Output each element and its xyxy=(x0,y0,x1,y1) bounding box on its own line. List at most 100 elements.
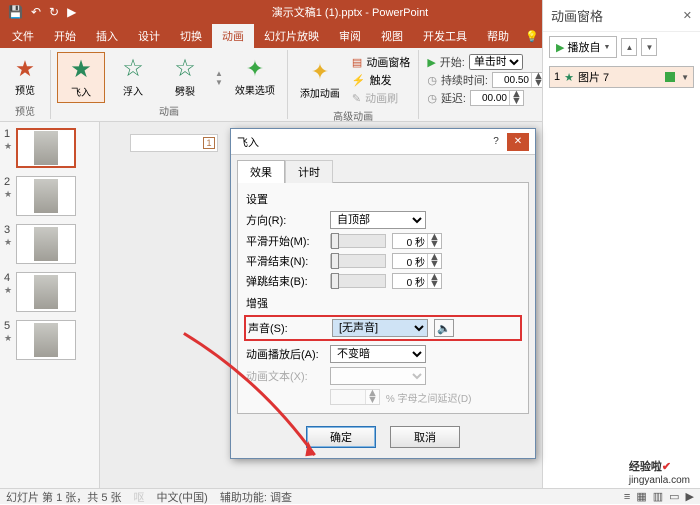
group-label-preview: 预览 xyxy=(6,103,44,119)
star-icon: ☆ xyxy=(174,54,196,83)
sorter-view-icon[interactable]: ▥ xyxy=(653,490,663,503)
slide-indicator: 幻灯片 第 1 张，共 5 张 xyxy=(6,489,122,505)
slide-thumb-3[interactable] xyxy=(16,224,76,264)
duration-label: 持续时间: xyxy=(441,72,488,88)
trigger-icon: ⚡ xyxy=(352,74,366,87)
tab-help[interactable]: 帮助 xyxy=(477,24,519,48)
slide-thumb-5[interactable] xyxy=(16,320,76,360)
timing-bar xyxy=(665,72,675,82)
bulb-icon: 💡 xyxy=(525,30,539,43)
accessibility-indicator[interactable]: 辅助功能: 调查 xyxy=(220,489,292,505)
clock-icon: ◷ xyxy=(427,74,437,87)
section-enhance: 增强 xyxy=(246,295,520,311)
tab-slideshow[interactable]: 幻灯片放映 xyxy=(254,24,329,48)
animation-item-1[interactable]: 1 ★ 图片 7 ▼ xyxy=(549,66,694,88)
tab-devtools[interactable]: 开发工具 xyxy=(413,24,477,48)
smooth-start-stepper[interactable]: ▲▼ xyxy=(392,233,442,249)
star-icon: ☆ xyxy=(122,54,144,83)
undo-icon[interactable]: ↶ xyxy=(31,5,41,19)
tab-insert[interactable]: 插入 xyxy=(86,24,128,48)
language-indicator[interactable]: 中文(中国) xyxy=(157,489,208,505)
check-icon: ✔ xyxy=(662,461,671,473)
slide-thumb-4[interactable] xyxy=(16,272,76,312)
tab-animation[interactable]: 动画 xyxy=(212,24,254,48)
direction-select[interactable]: 自顶部 xyxy=(330,211,426,229)
tab-view[interactable]: 视图 xyxy=(371,24,413,48)
anim-pane-button[interactable]: ▤动画窗格 xyxy=(352,54,410,70)
dialog-title: 飞入 xyxy=(237,134,485,150)
pane-close-icon[interactable]: ✕ xyxy=(683,9,692,22)
label-direction: 方向(R): xyxy=(246,212,324,228)
star-icon: ★ xyxy=(564,71,574,84)
trigger-button[interactable]: ⚡触发 xyxy=(352,72,410,88)
animation-pane: 动画窗格 ✕ ▶播放自▼ ▲ ▼ 1 ★ 图片 7 ▼ xyxy=(542,0,700,504)
dialog-help-icon[interactable]: ? xyxy=(485,133,507,151)
slide-preview: 1 xyxy=(130,134,218,152)
smooth-end-stepper[interactable]: ▲▼ xyxy=(392,253,442,269)
item-dropdown-icon[interactable]: ▼ xyxy=(681,73,689,82)
anim-text-select xyxy=(330,367,426,385)
move-up-button[interactable]: ▲ xyxy=(621,38,637,56)
bounce-end-stepper[interactable]: ▲▼ xyxy=(392,273,442,289)
thumbnail-panel: 1★ 2★ 3★ 4★ 5★ xyxy=(0,122,100,488)
sound-volume-icon[interactable]: 🔈 xyxy=(434,319,454,337)
anim-marker: 1 xyxy=(203,137,215,149)
delay-stepper[interactable]: ▲▼ xyxy=(470,90,524,106)
label-sound: 声音(S): xyxy=(248,320,326,336)
preview-button[interactable]: ★ 预览 xyxy=(6,52,44,103)
start-label: 开始: xyxy=(440,54,465,70)
after-anim-select[interactable]: 不变暗 xyxy=(330,345,426,363)
pane-icon: ▤ xyxy=(352,56,362,69)
anim-gallery-float-in[interactable]: ☆ 浮入 xyxy=(109,52,157,103)
label-smooth-end: 平滑结束(N): xyxy=(246,253,324,269)
start-icon[interactable]: ▶ xyxy=(67,5,76,19)
tab-transition[interactable]: 切换 xyxy=(170,24,212,48)
slide-thumb-2[interactable] xyxy=(16,176,76,216)
bounce-end-slider[interactable] xyxy=(330,274,386,288)
sound-select[interactable]: [无声音] xyxy=(332,319,428,337)
status-bar: 幻灯片 第 1 张，共 5 张 呕 中文(中国) 辅助功能: 调查 ≡ ▦ ▥ … xyxy=(0,488,700,504)
label-smooth-start: 平滑开始(M): xyxy=(246,233,324,249)
anim-gallery-fly-in[interactable]: ★ 飞入 xyxy=(57,52,105,103)
normal-view-icon[interactable]: ▦ xyxy=(636,490,646,503)
tab-file[interactable]: 文件 xyxy=(2,24,44,48)
smooth-start-slider[interactable] xyxy=(330,234,386,248)
move-down-button[interactable]: ▼ xyxy=(641,38,657,56)
redo-icon[interactable]: ↻ xyxy=(49,5,59,19)
pane-title: 动画窗格 xyxy=(551,6,683,25)
painter-icon: ✎ xyxy=(352,92,361,105)
watermark: 经验啦✔ jingyanla.com xyxy=(629,457,690,486)
anim-gallery-split[interactable]: ☆ 劈裂 xyxy=(161,52,209,103)
dialog-tab-effect[interactable]: 效果 xyxy=(237,160,285,183)
dialog-close-icon[interactable]: ✕ xyxy=(507,133,529,151)
star-icon: ★ xyxy=(70,55,92,84)
effect-options-button[interactable]: ✦ 效果选项 xyxy=(229,52,281,103)
slideshow-view-icon[interactable]: ▶ xyxy=(686,490,694,503)
smooth-end-slider[interactable] xyxy=(330,254,386,268)
dialog-tab-timing[interactable]: 计时 xyxy=(285,160,333,183)
slide-thumb-1[interactable] xyxy=(16,128,76,168)
duration-stepper[interactable]: ▲▼ xyxy=(492,72,546,88)
start-select[interactable]: 单击时 xyxy=(469,54,523,70)
notes-icon[interactable]: ≡ xyxy=(624,491,630,503)
cancel-button[interactable]: 取消 xyxy=(390,426,460,448)
play-icon: ▶ xyxy=(556,41,564,54)
gallery-more-icon[interactable]: ▲▼ xyxy=(213,52,225,103)
label-letter-delay: % 字母之间延迟(D) xyxy=(386,390,472,405)
label-bounce-end: 弹跳结束(B): xyxy=(246,273,324,289)
play-from-button[interactable]: ▶播放自▼ xyxy=(549,36,617,58)
reading-view-icon[interactable]: ▭ xyxy=(669,490,679,503)
group-label-anim: 动画 xyxy=(57,103,281,119)
anim-painter-button[interactable]: ✎动画刷 xyxy=(352,90,410,106)
tab-start[interactable]: 开始 xyxy=(44,24,86,48)
delay-icon: ◷ xyxy=(427,92,437,105)
section-settings: 设置 xyxy=(246,191,520,207)
play-icon: ▶ xyxy=(427,56,435,69)
preview-star-icon: ★ xyxy=(15,58,35,80)
tab-review[interactable]: 审阅 xyxy=(329,24,371,48)
effect-options-icon: ✦ xyxy=(246,58,264,80)
save-icon[interactable]: 💾 xyxy=(8,5,23,19)
dialog-title-bar[interactable]: 飞入 ? ✕ xyxy=(231,129,535,155)
add-animation-button[interactable]: ✦ 添加动画 xyxy=(294,52,346,108)
tab-design[interactable]: 设计 xyxy=(128,24,170,48)
